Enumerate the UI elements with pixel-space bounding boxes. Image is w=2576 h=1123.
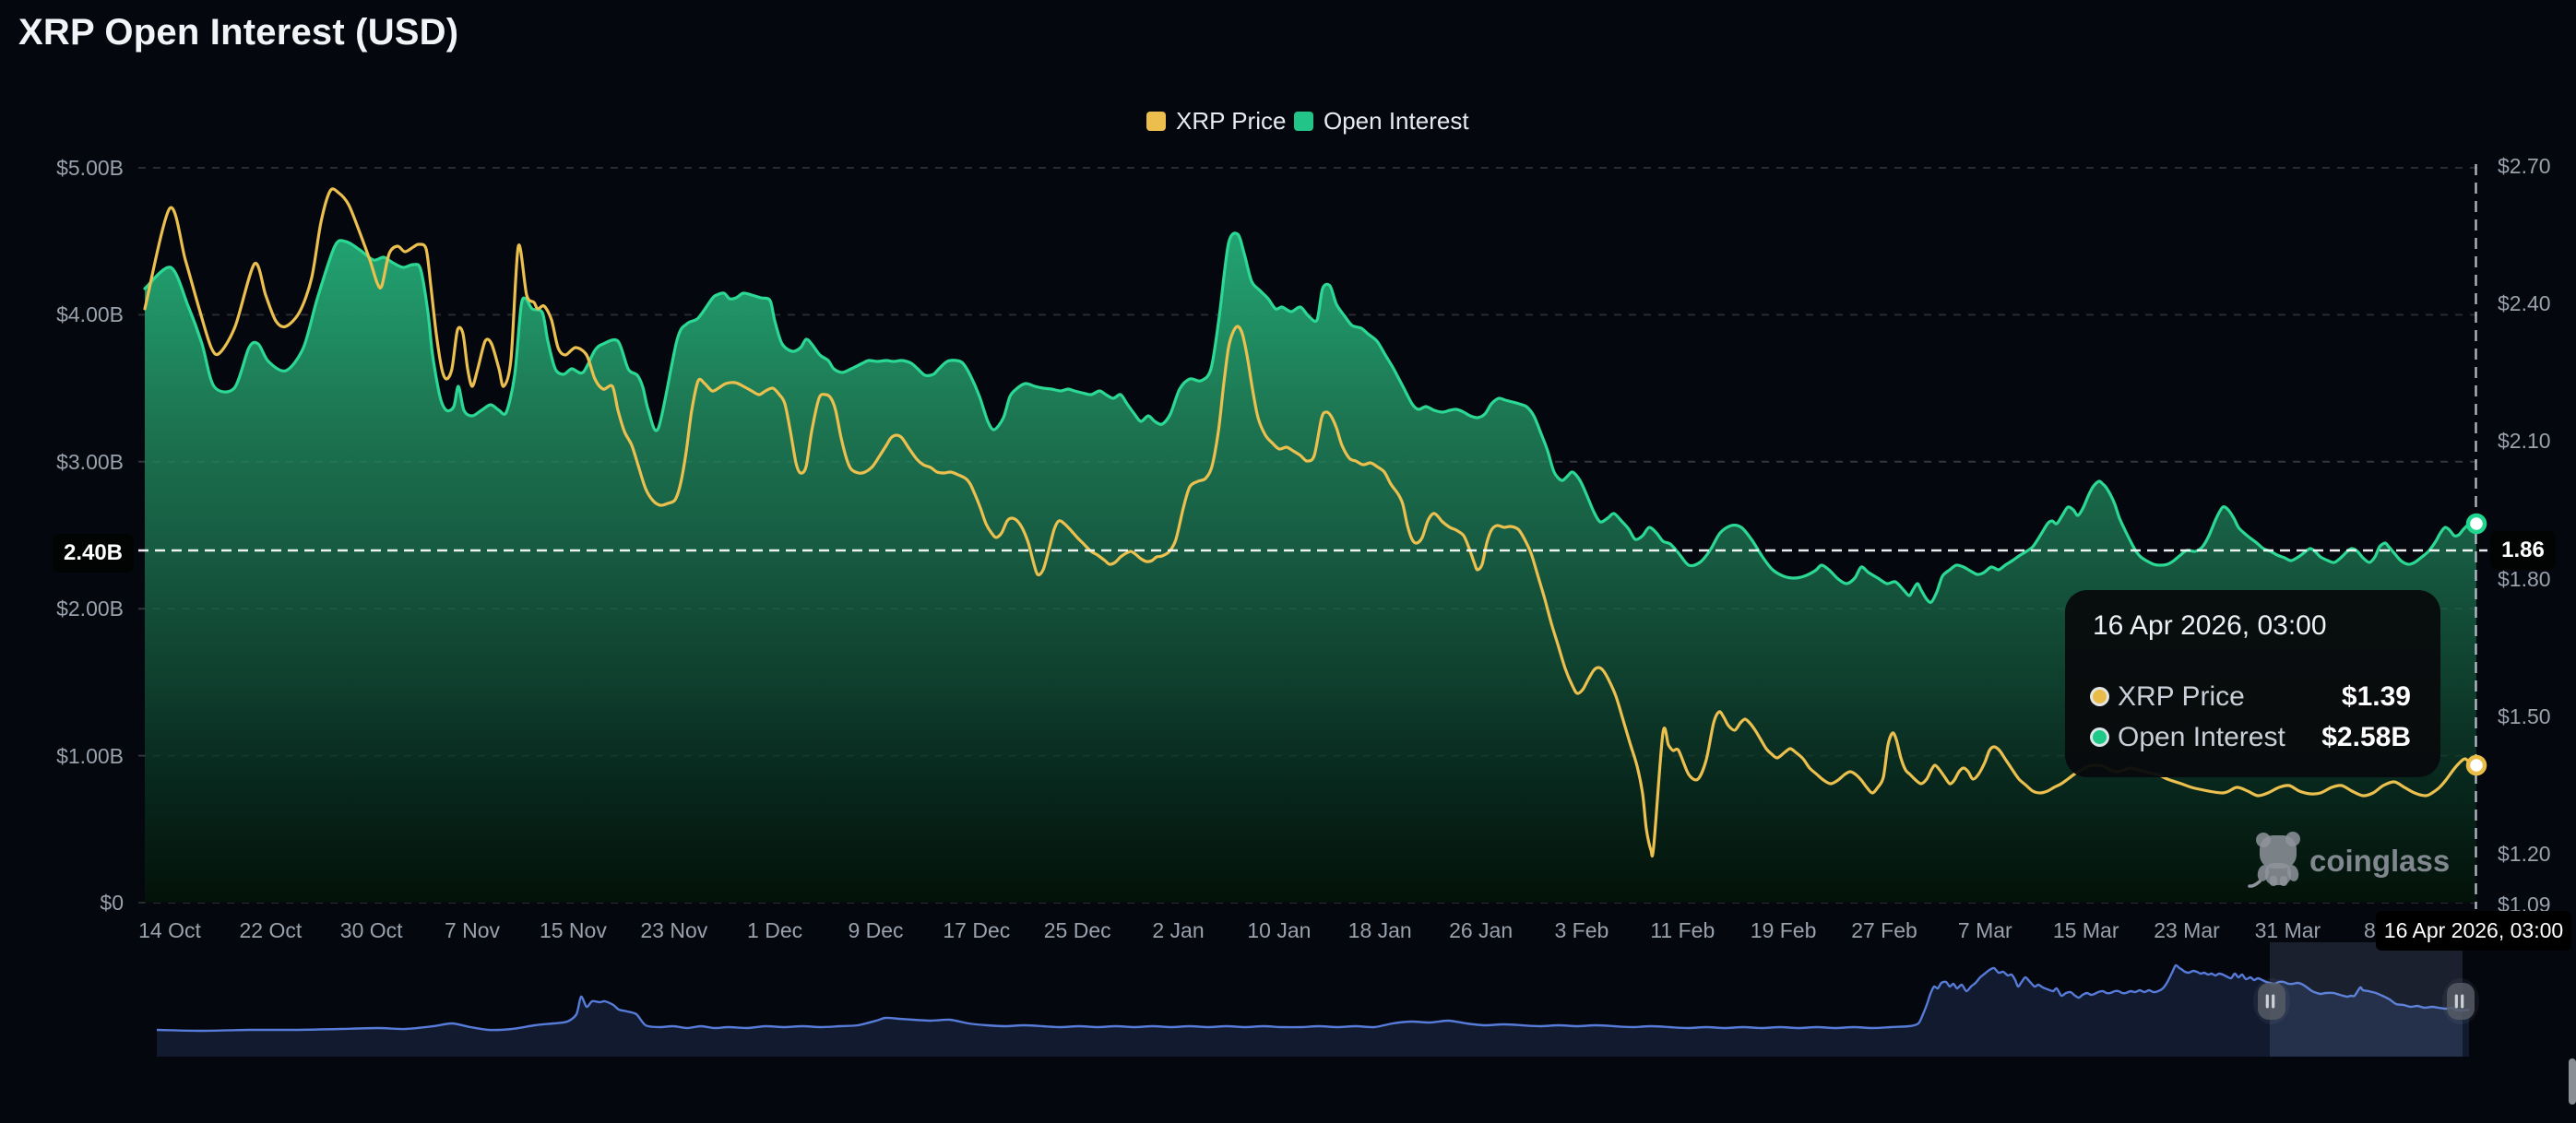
svg-text:coinglass: coinglass	[2309, 844, 2450, 878]
